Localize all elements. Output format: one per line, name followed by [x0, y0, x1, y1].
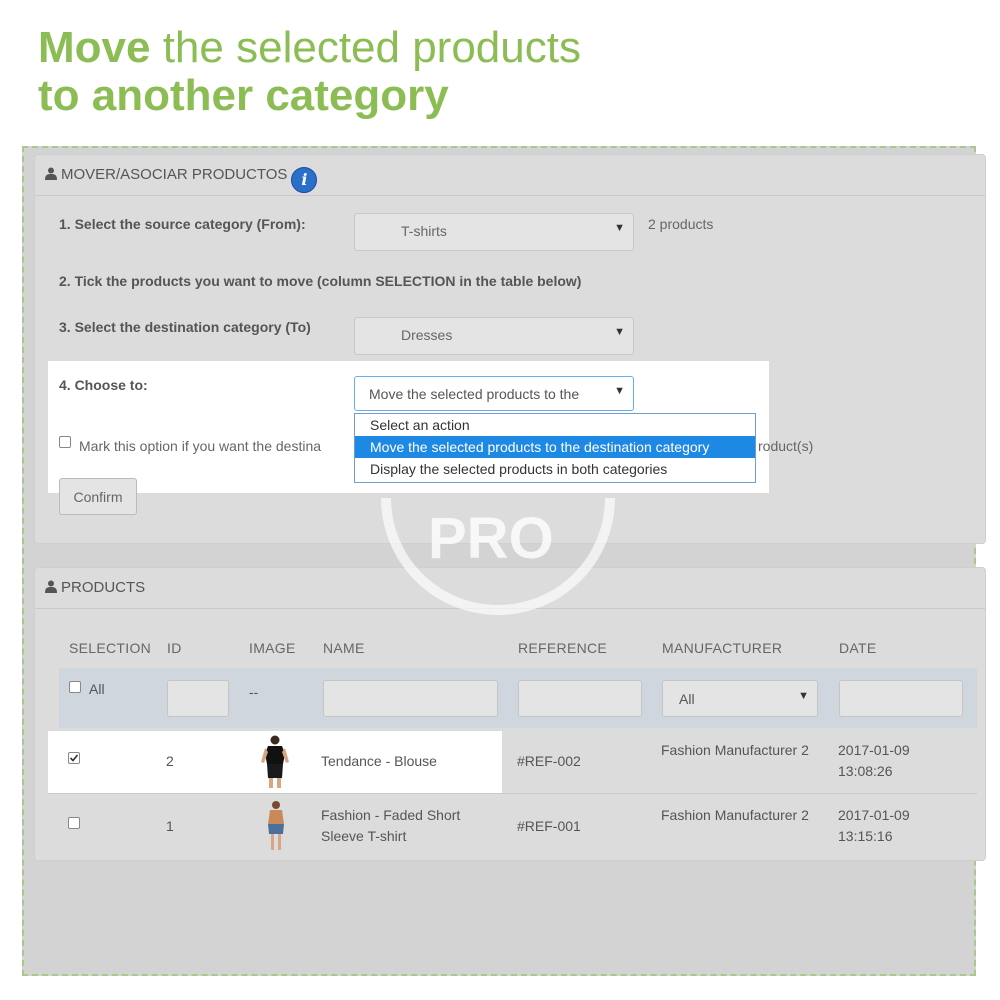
destination-category-value: Dresses — [401, 327, 453, 343]
confirm-button[interactable]: Confirm — [59, 478, 137, 515]
headline-bold: Move — [38, 23, 151, 72]
row-manufacturer: Fashion Manufacturer 2 — [661, 742, 809, 758]
user-icon — [45, 167, 57, 180]
mark-label-tail: roduct(s) — [758, 438, 814, 454]
select-all-label: All — [89, 681, 105, 697]
chevron-down-icon: ▼ — [614, 222, 625, 234]
col-reference[interactable]: REFERENCE — [518, 640, 607, 656]
row-id: 1 — [166, 818, 174, 834]
row-manufacturer: Fashion Manufacturer 2 — [661, 807, 809, 823]
check-icon — [69, 754, 79, 762]
row-checkbox[interactable] — [68, 817, 80, 829]
col-date[interactable]: DATE — [839, 640, 877, 656]
headline-rest: the selected products — [150, 23, 581, 72]
source-category-value: T-shirts — [401, 223, 447, 239]
mover-panel-header: MOVER/ASOCIAR PRODUCTOS i — [35, 155, 985, 196]
source-category-select[interactable]: T-shirts ▼ — [354, 213, 634, 251]
row-reference: #REF-001 — [517, 818, 581, 834]
product-image-blouse — [261, 735, 289, 788]
product-image-tshirt — [268, 801, 284, 850]
headline: Move the selected products to another ca… — [38, 24, 581, 120]
user-icon — [45, 580, 57, 593]
col-image[interactable]: IMAGE — [249, 640, 296, 656]
info-icon[interactable]: i — [291, 167, 318, 193]
row-id: 2 — [166, 753, 174, 769]
step4-label: 4. Choose to: — [59, 377, 148, 393]
action-select-value: Move the selected products to the — [369, 386, 580, 402]
filter-image-placeholder: -- — [249, 684, 259, 700]
filter-name-input[interactable] — [323, 680, 498, 717]
row-date: 2017-01-09 13:08:26 — [838, 742, 910, 779]
filter-id-input[interactable] — [167, 680, 229, 717]
step2-label: 2. Tick the products you want to move (c… — [59, 273, 582, 289]
chevron-down-icon: ▼ — [798, 690, 809, 702]
filter-date-input[interactable] — [839, 680, 963, 717]
destination-category-select[interactable]: Dresses ▼ — [354, 317, 634, 355]
action-dropdown: Select an action Move the selected produ… — [354, 413, 756, 483]
headline-line2: to another category — [38, 71, 449, 120]
select-all-checkbox[interactable] — [69, 681, 81, 693]
action-select[interactable]: Move the selected products to the ▼ — [354, 376, 634, 411]
mover-title: MOVER/ASOCIAR PRODUCTOS — [61, 166, 288, 183]
products-title: PRODUCTS — [61, 579, 146, 596]
filter-manufacturer-value: All — [679, 691, 695, 707]
col-selection[interactable]: SELECTION — [69, 640, 151, 656]
row-date: 2017-01-09 13:15:16 — [838, 807, 910, 844]
option-move-products[interactable]: Move the selected products to the destin… — [355, 436, 755, 458]
row-name: Tendance - Blouse — [321, 753, 437, 769]
col-name[interactable]: NAME — [323, 640, 365, 656]
row-divider — [48, 793, 977, 794]
col-id[interactable]: ID — [167, 640, 182, 656]
products-panel-header: PRODUCTS — [35, 568, 985, 609]
chevron-down-icon: ▼ — [614, 326, 625, 338]
product-count: 2 products — [648, 216, 714, 232]
col-manufacturer[interactable]: MANUFACTURER — [662, 640, 782, 656]
row-reference: #REF-002 — [517, 753, 581, 769]
chevron-down-icon: ▼ — [614, 385, 625, 397]
step3-label: 3. Select the destination category (To) — [59, 319, 311, 335]
option-select-action[interactable]: Select an action — [355, 414, 755, 436]
row-name: Fashion - Faded Short Sleeve T-shirt — [321, 807, 461, 844]
step1-label: 1. Select the source category (From): — [59, 216, 306, 232]
filter-manufacturer-select[interactable]: All ▼ — [662, 680, 818, 717]
mark-label: Mark this option if you want the destina — [79, 438, 322, 454]
row-checkbox-checked[interactable] — [68, 752, 80, 764]
option-display-both[interactable]: Display the selected products in both ca… — [355, 458, 755, 480]
filter-reference-input[interactable] — [518, 680, 642, 717]
mark-checkbox[interactable] — [59, 436, 71, 448]
